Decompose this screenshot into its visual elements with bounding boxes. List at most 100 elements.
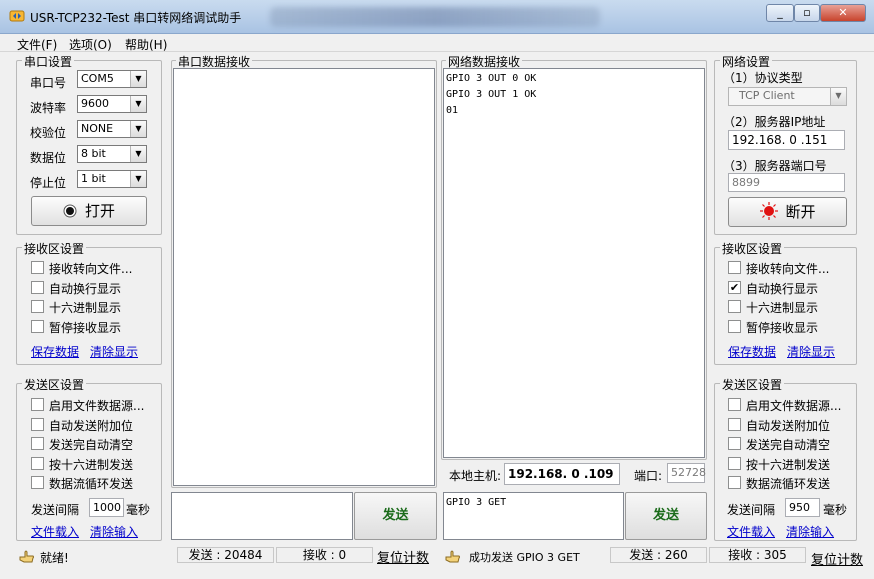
checkbox[interactable] (728, 476, 741, 489)
disconnect-button[interactable]: 断开 (728, 197, 847, 227)
checkbox[interactable] (31, 456, 44, 470)
checkbox[interactable] (31, 417, 44, 431)
left-recv-option-1[interactable]: 自动换行显示 (31, 280, 161, 296)
stopbits-select[interactable]: 1 bit ▼ (77, 170, 147, 188)
right-recv-option-2[interactable]: 十六进制显示 (728, 299, 858, 315)
left-clear-input-link[interactable]: 清除输入 (90, 523, 138, 540)
minimize-button[interactable]: _ (766, 4, 794, 22)
baud-label: 波特率 (30, 101, 67, 115)
protocol-select[interactable]: TCP Client ▼ (728, 87, 847, 106)
right-send-option-4[interactable]: 数据流循环发送 (728, 475, 858, 491)
stopbits-value: 1 bit (81, 172, 106, 185)
databits-select[interactable]: 8 bit ▼ (77, 145, 147, 163)
right-recv-option-3[interactable]: 暂停接收显示 (728, 319, 858, 335)
serial-send-button[interactable]: 发送 (354, 492, 437, 540)
maximize-button[interactable]: ▫ (794, 4, 820, 22)
net-recv-textarea[interactable]: GPIO 3 OUT 0 OK GPIO 3 OUT 1 OK 01 (443, 68, 705, 458)
serial-send-input[interactable] (171, 492, 353, 540)
checkbox-label: 按十六进制发送 (49, 457, 134, 472)
right-sent-count: 发送 : 260 (610, 547, 707, 563)
left-interval-unit: 毫秒 (126, 503, 151, 517)
right-send-option-2[interactable]: 发送完自动清空 (728, 436, 858, 452)
right-save-data-link[interactable]: 保存数据 (728, 343, 776, 360)
checkbox-label: 发送完自动清空 (746, 438, 831, 452)
app-icon (9, 10, 25, 22)
left-send-option-4[interactable]: 数据流循环发送 (31, 475, 161, 491)
port-select[interactable]: COM5 ▼ (77, 70, 147, 88)
left-recv-option-3[interactable]: 暂停接收显示 (31, 319, 161, 335)
local-port-field[interactable]: 52728 (667, 463, 706, 483)
right-load-file-link[interactable]: 文件载入 (727, 523, 775, 540)
checkbox-label: 按十六进制发送 (746, 457, 831, 472)
parity-select[interactable]: NONE ▼ (77, 120, 147, 138)
left-clear-display-link[interactable]: 清除显示 (90, 343, 138, 360)
left-recv-option-0[interactable]: 接收转向文件... (31, 260, 161, 276)
left-recv-option-2[interactable]: 十六进制显示 (31, 299, 161, 315)
checkbox[interactable] (728, 456, 741, 470)
left-send-option-1[interactable]: 自动发送附加位 (31, 417, 161, 433)
left-sent-count: 发送 : 20484 (177, 547, 274, 563)
checkbox[interactable] (728, 437, 741, 450)
chevron-down-icon: ▼ (130, 171, 146, 187)
right-interval-input[interactable]: 950 (785, 498, 820, 517)
serial-recv-textarea[interactable] (173, 68, 435, 486)
checkbox[interactable] (31, 261, 44, 274)
net-send-input[interactable]: GPIO 3 GET (443, 492, 624, 540)
port-value: COM5 (81, 72, 114, 85)
databits-value: 8 bit (81, 147, 106, 160)
menu-file[interactable]: 文件(F) (17, 36, 57, 53)
left-send-option-0[interactable]: 启用文件数据源... (31, 397, 161, 413)
left-save-data-link[interactable]: 保存数据 (31, 343, 79, 360)
checkbox[interactable] (728, 398, 741, 411)
menu-options[interactable]: 选项(O) (69, 36, 112, 53)
stopbits-label: 停止位 (30, 176, 67, 190)
right-clear-display-link[interactable]: 清除显示 (787, 343, 835, 360)
checkbox[interactable] (31, 437, 44, 450)
baud-select[interactable]: 9600 ▼ (77, 95, 147, 113)
right-recv-option-1[interactable]: ✔ 自动换行显示 (728, 280, 858, 296)
checkbox[interactable] (728, 417, 741, 431)
databits-label: 数据位 (30, 151, 67, 165)
checkbox-label: 自动发送附加位 (746, 418, 831, 433)
server-port-label: （3）服务器端口号 (723, 159, 827, 173)
checkbox[interactable] (728, 319, 741, 333)
left-load-file-link[interactable]: 文件载入 (31, 523, 79, 540)
checkbox-label: 十六进制显示 (746, 301, 819, 315)
left-send-option-2[interactable]: 发送完自动清空 (31, 436, 161, 452)
left-status-message: 就绪! (40, 551, 69, 565)
close-button[interactable]: ✕ (820, 4, 866, 22)
right-interval-label: 发送间隔 (727, 503, 776, 517)
left-send-option-3[interactable]: 按十六进制发送 (31, 456, 161, 472)
menu-help[interactable]: 帮助(H) (125, 36, 167, 53)
right-clear-input-link[interactable]: 清除输入 (786, 523, 834, 540)
right-recv-option-0[interactable]: 接收转向文件... (728, 260, 858, 276)
server-port-field[interactable]: 8899 (728, 173, 845, 192)
right-send-option-0[interactable]: 启用文件数据源... (728, 397, 858, 413)
checkbox[interactable] (728, 261, 741, 274)
net-settings-title: 网络设置 (720, 53, 773, 70)
checkbox[interactable] (31, 476, 44, 489)
checkbox[interactable] (31, 398, 44, 411)
right-send-settings-title: 发送区设置 (720, 376, 785, 393)
net-send-button[interactable]: 发送 (625, 492, 707, 540)
checkbox-label: 发送完自动清空 (49, 438, 134, 452)
local-host-ip-field[interactable]: 192.168. 0 .109 (504, 463, 620, 485)
checkbox[interactable] (31, 300, 44, 313)
open-port-button[interactable]: 打开 (31, 196, 147, 226)
chevron-down-icon: ▼ (130, 96, 146, 112)
checkbox[interactable] (31, 319, 44, 333)
right-send-option-3[interactable]: 按十六进制发送 (728, 456, 858, 472)
right-send-option-1[interactable]: 自动发送附加位 (728, 417, 858, 433)
server-ip-field[interactable]: 192.168. 0 .151 (728, 130, 845, 150)
checkbox[interactable]: ✔ (728, 280, 741, 294)
window-title: USR-TCP232-Test 串口转网络调试助手 (30, 11, 242, 25)
checkbox-label: 数据流循环发送 (746, 477, 831, 491)
protocol-label: （1）协议类型 (723, 71, 803, 85)
left-reset-count-button[interactable]: 复位计数 (377, 547, 429, 566)
checkbox[interactable] (728, 300, 741, 313)
checkbox[interactable] (31, 280, 44, 294)
left-interval-input[interactable]: 1000 (89, 498, 124, 517)
right-reset-count-button[interactable]: 复位计数 (811, 549, 863, 568)
title-bar[interactable]: USR-TCP232-Test 串口转网络调试助手 _ ▫ ✕ (0, 0, 874, 34)
checkbox-label: 接收转向文件... (49, 262, 133, 276)
